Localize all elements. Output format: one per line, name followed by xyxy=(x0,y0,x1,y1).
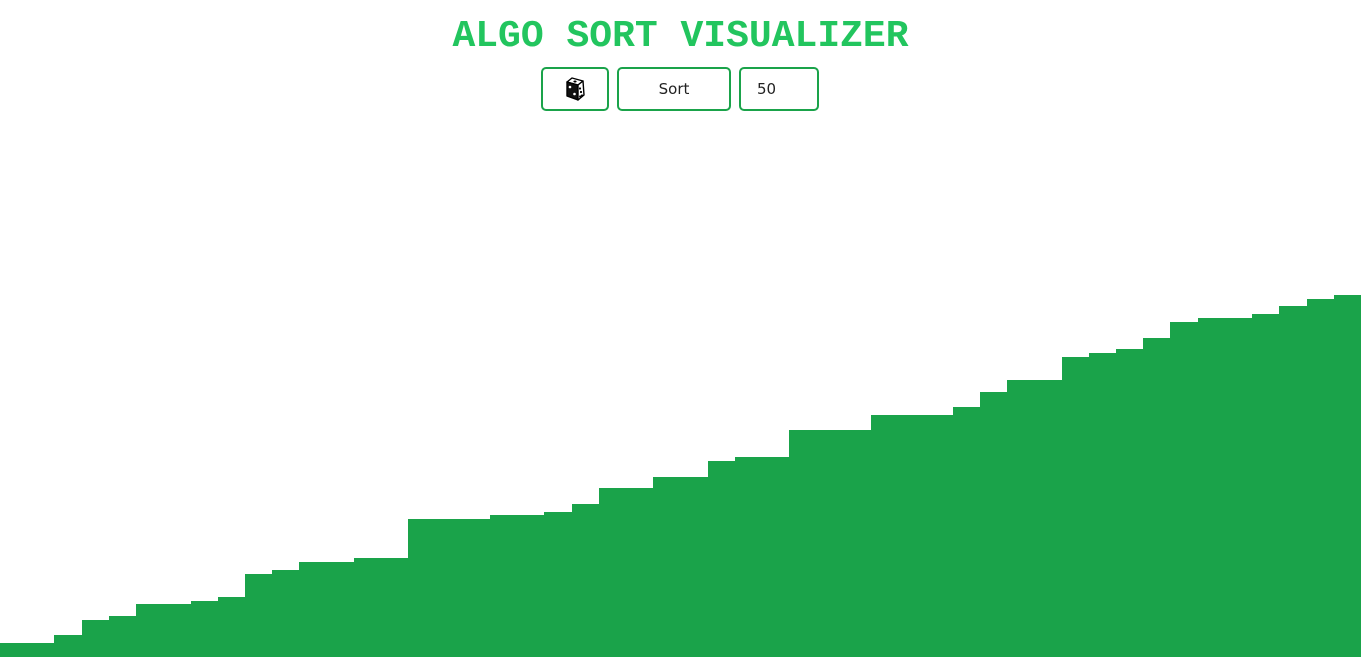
array-bar xyxy=(572,504,599,657)
array-bar xyxy=(953,407,980,657)
array-bar xyxy=(54,635,82,657)
controls-bar: Sort xyxy=(0,67,1361,111)
shuffle-button[interactable] xyxy=(541,67,609,111)
array-bar xyxy=(517,515,544,657)
array-bar xyxy=(1307,299,1334,657)
array-bar xyxy=(762,457,789,657)
array-bar xyxy=(544,512,572,657)
page-title: ALGO SORT VISUALIZER xyxy=(452,15,909,58)
array-bar xyxy=(925,415,953,657)
array-bar xyxy=(708,461,735,657)
array-bar xyxy=(599,488,626,657)
array-bar xyxy=(1116,349,1143,657)
array-bar xyxy=(1279,306,1307,657)
array-bar xyxy=(327,562,354,657)
array-bar xyxy=(1225,318,1252,657)
array-bar xyxy=(1170,322,1198,657)
array-bar xyxy=(109,616,136,657)
array-bar xyxy=(898,415,925,657)
array-bar xyxy=(626,488,653,657)
array-bar xyxy=(1007,380,1034,657)
array-bar xyxy=(1143,338,1170,657)
array-bar xyxy=(490,515,517,657)
array-bar xyxy=(681,477,708,657)
array-bar xyxy=(408,519,436,657)
array-bar xyxy=(653,477,681,657)
array-bar xyxy=(1089,353,1116,657)
array-bar xyxy=(27,643,54,657)
array-bar xyxy=(191,601,218,657)
array-bar xyxy=(980,392,1007,657)
array-bar xyxy=(272,570,299,657)
array-bar xyxy=(735,457,762,657)
array-bar xyxy=(436,519,463,657)
array-bar xyxy=(871,415,898,657)
array-bar xyxy=(1334,295,1361,657)
array-bar xyxy=(354,558,381,657)
array-bar xyxy=(1198,318,1225,657)
array-bar xyxy=(1034,380,1062,657)
array-bar xyxy=(844,430,871,657)
array-bar xyxy=(0,643,27,657)
array-bar xyxy=(163,604,191,657)
array-bar xyxy=(299,562,327,657)
dice-icon xyxy=(566,77,585,101)
array-bar xyxy=(218,597,245,657)
array-bar xyxy=(1062,357,1089,657)
sort-button[interactable]: Sort xyxy=(617,67,731,111)
array-bar xyxy=(381,558,408,657)
array-bar xyxy=(245,574,272,657)
array-bar xyxy=(136,604,163,657)
array-bar xyxy=(789,430,817,657)
array-size-input[interactable] xyxy=(739,67,819,111)
array-bar xyxy=(1252,314,1279,657)
array-bar xyxy=(463,519,490,657)
array-bar xyxy=(82,620,109,657)
array-bar xyxy=(817,430,844,657)
